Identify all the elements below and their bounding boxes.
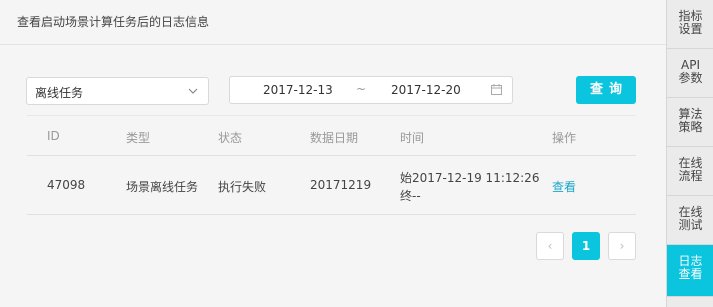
page-title: 查看启动场景计算任务后的日志信息 xyxy=(17,15,210,29)
col-type: 类型 xyxy=(126,131,151,145)
cell-type: 场景离线任务 xyxy=(126,180,199,194)
cell-data-date: 20171219 xyxy=(310,178,372,192)
next-page-button[interactable]: › xyxy=(608,232,636,260)
sidebar-item-online-flow[interactable]: 在线 流程 xyxy=(667,147,713,196)
query-button[interactable]: 查询 xyxy=(576,76,636,104)
log-table: ID 类型 状态 数据日期 时间 操作 47098 场景离线任务 执行失败 20… xyxy=(27,115,636,215)
sidebar-item-label: 策略 xyxy=(678,120,703,134)
table-row: 47098 场景离线任务 执行失败 20171219 始2017-12-19 1… xyxy=(27,156,636,215)
date-range-picker[interactable]: 2017-12-13 ~ 2017-12-20 xyxy=(229,76,513,104)
prev-page-button[interactable]: ‹ xyxy=(536,232,564,260)
cell-status: 执行失败 xyxy=(218,180,267,194)
sidebar-item-label: 流程 xyxy=(678,169,703,183)
col-time: 时间 xyxy=(400,131,425,145)
page-header: 查看启动场景计算任务后的日志信息 xyxy=(0,0,666,45)
sidebar-item-api-params[interactable]: API 参数 xyxy=(667,49,713,98)
cell-id: 47098 xyxy=(47,178,86,192)
sidebar-item-log-view[interactable]: 日志 查看 xyxy=(667,245,713,297)
right-sidebar: 指标 设置 API 参数 算法 策略 在线 流程 在线 测试 日志 查看 xyxy=(666,0,713,307)
sidebar-item-label: 查看 xyxy=(678,267,703,281)
sidebar-item-algorithm[interactable]: 算法 策略 xyxy=(667,98,713,147)
task-type-select[interactable]: 离线任务 xyxy=(26,77,209,105)
chevron-down-icon xyxy=(188,88,198,94)
col-id: ID xyxy=(47,129,60,143)
cell-time-start: 始2017-12-19 11:12:26 xyxy=(400,171,540,185)
page-1-button[interactable]: 1 xyxy=(572,232,600,260)
date-separator: ~ xyxy=(356,82,367,96)
col-action: 操作 xyxy=(552,131,577,145)
sidebar-item-metric-settings[interactable]: 指标 设置 xyxy=(667,0,713,49)
sidebar-item-label: 参数 xyxy=(678,71,703,85)
sidebar-item-online-test[interactable]: 在线 测试 xyxy=(667,196,713,245)
date-from[interactable]: 2017-12-13 xyxy=(263,83,333,97)
col-data-date: 数据日期 xyxy=(310,131,359,145)
sidebar-item-label: 测试 xyxy=(678,218,703,232)
cell-time-end: 终-- xyxy=(400,189,421,203)
date-to[interactable]: 2017-12-20 xyxy=(391,83,461,97)
calendar-icon xyxy=(491,84,502,95)
task-type-value: 离线任务 xyxy=(35,86,84,100)
main-panel: 查看启动场景计算任务后的日志信息 离线任务 2017-12-13 ~ 2017-… xyxy=(0,0,666,307)
table-header: ID 类型 状态 数据日期 时间 操作 xyxy=(27,115,636,156)
sidebar-item-label: 设置 xyxy=(678,22,703,36)
view-link[interactable]: 查看 xyxy=(552,178,576,195)
col-status: 状态 xyxy=(218,131,243,145)
